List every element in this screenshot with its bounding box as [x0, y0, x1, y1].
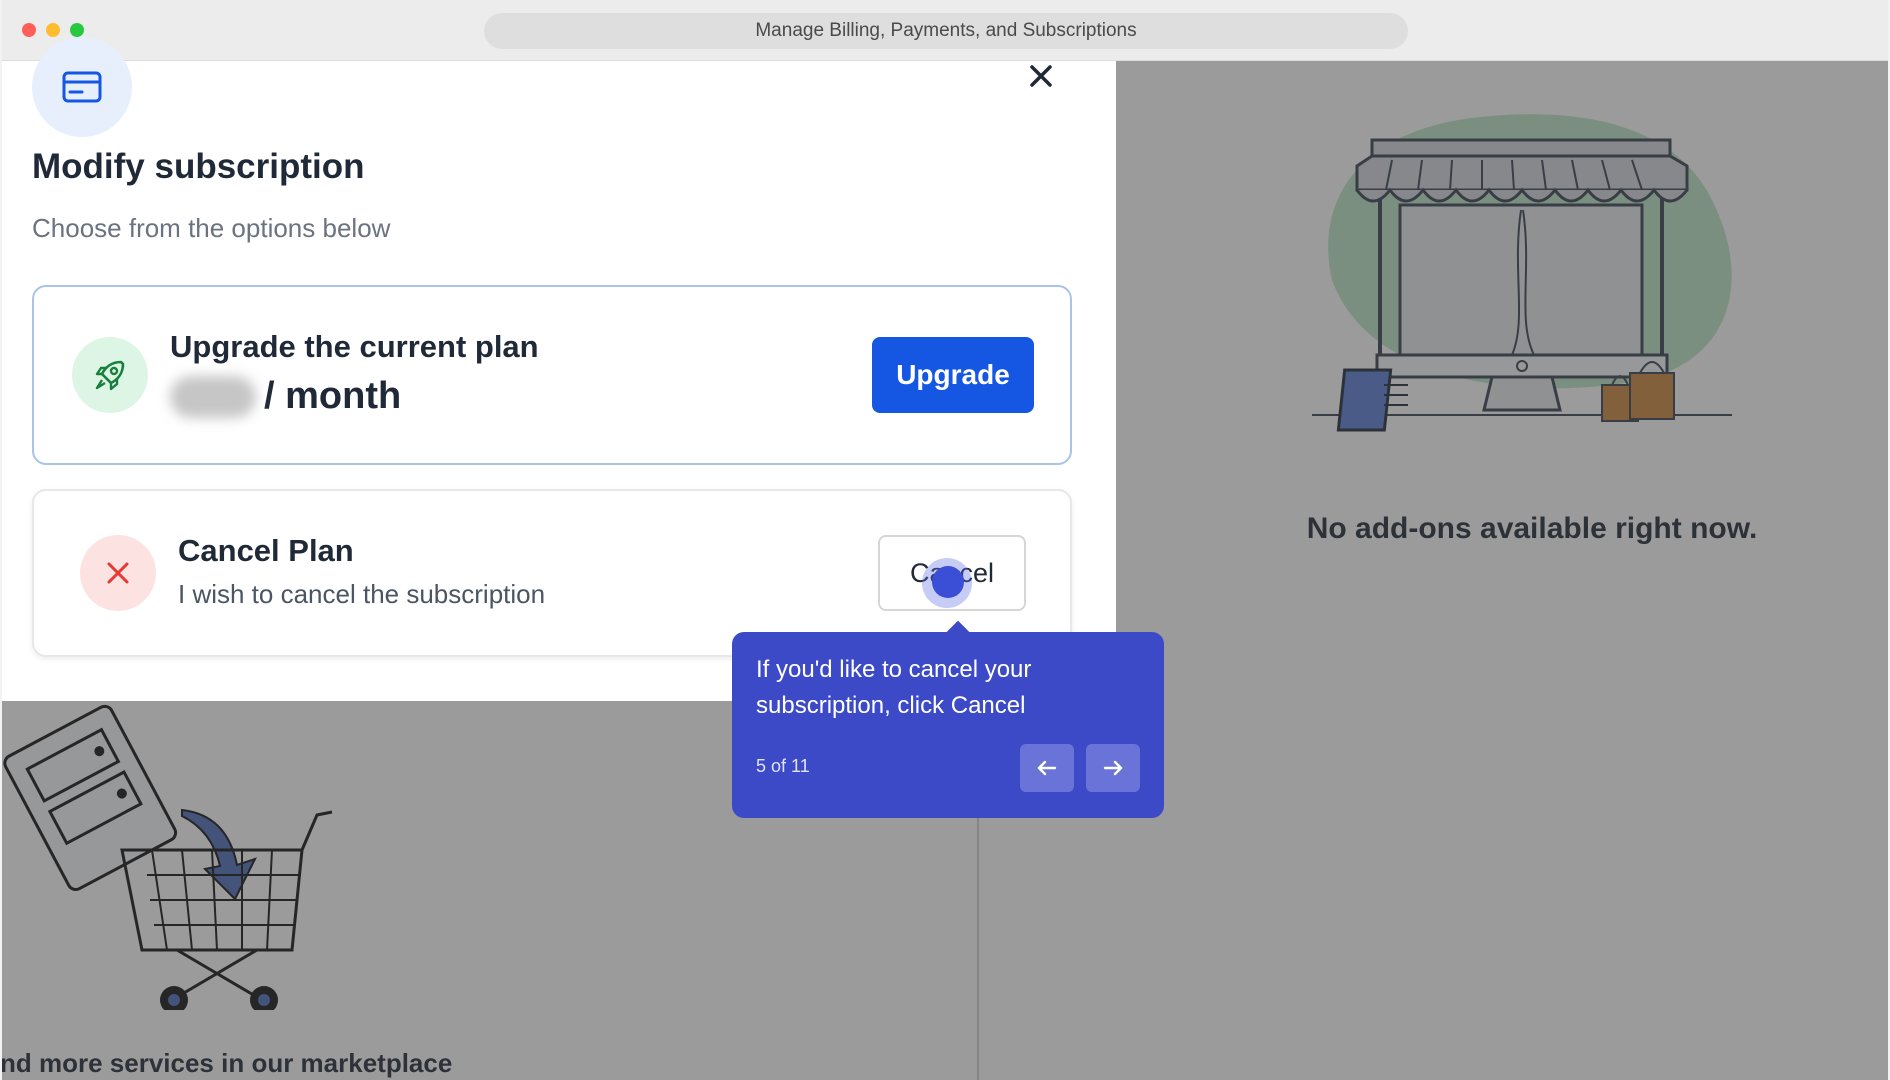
upgrade-plan-card: Upgrade the current plan / month Upgrade	[32, 285, 1072, 465]
close-modal-button[interactable]	[1020, 55, 1062, 97]
tour-pointer-dot	[932, 566, 964, 598]
arrow-left-icon	[1037, 760, 1057, 776]
credit-card-icon	[62, 71, 102, 103]
maximize-window-button[interactable]	[70, 23, 84, 37]
price-amount-redacted	[170, 375, 256, 418]
price-period: / month	[264, 375, 402, 417]
tooltip-message: If you'd like to cancel your subscriptio…	[756, 656, 1032, 719]
tour-step-counter: 5 of 11	[756, 756, 810, 776]
minimize-window-button[interactable]	[46, 23, 60, 37]
cancel-icon-badge	[80, 535, 156, 611]
arrow-right-icon	[1103, 760, 1123, 776]
tour-next-button[interactable]	[1086, 744, 1140, 792]
modal-subtitle: Choose from the options below	[32, 213, 391, 243]
title-bar: Manage Billing, Payments, and Subscripti…	[2, 0, 1888, 61]
address-bar[interactable]: Manage Billing, Payments, and Subscripti…	[484, 13, 1408, 49]
tour-tooltip: If you'd like to cancel your subscriptio…	[732, 620, 1164, 818]
rocket-icon	[95, 360, 125, 391]
cancel-plan-title: Cancel Plan	[178, 533, 354, 568]
modal-header-icon	[32, 37, 132, 137]
upgrade-plan-title: Upgrade the current plan	[170, 329, 539, 364]
x-icon	[107, 562, 129, 584]
plan-price: / month	[170, 375, 401, 418]
upgrade-icon-badge	[72, 337, 148, 413]
close-window-button[interactable]	[22, 23, 36, 37]
tour-previous-button[interactable]	[1020, 744, 1074, 792]
browser-window: Manage Billing, Payments, and Subscripti…	[2, 0, 1888, 1080]
upgrade-button[interactable]: Upgrade	[872, 337, 1034, 413]
close-icon	[1030, 65, 1052, 87]
modal-title: Modify subscription	[32, 147, 365, 186]
cancel-plan-description: I wish to cancel the subscription	[178, 579, 546, 609]
